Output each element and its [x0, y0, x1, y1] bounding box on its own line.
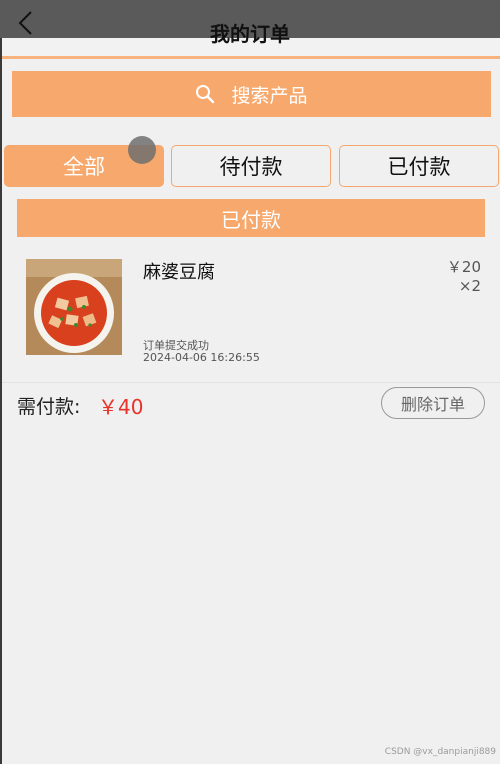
search-icon	[196, 85, 215, 104]
amount-due-label: 需付款:	[17, 396, 81, 418]
product-name: 麻婆豆腐	[143, 262, 215, 283]
tab-paid[interactable]: 已付款	[339, 145, 499, 187]
order-status-header: 已付款	[17, 199, 485, 237]
search-placeholder: 搜索产品	[231, 84, 308, 107]
product-image	[26, 259, 122, 355]
amount-due-value: ￥40	[98, 395, 144, 419]
search-bar[interactable]: 搜索产品	[12, 71, 491, 117]
quantity: ×2	[458, 277, 481, 295]
header-divider	[2, 56, 500, 59]
order-timestamp: 2024-04-06 16:26:55	[143, 351, 260, 364]
delete-order-button[interactable]: 删除订单	[381, 387, 485, 419]
touch-indicator	[128, 136, 156, 164]
page-title: 我的订单	[210, 22, 290, 46]
tab-pending-payment[interactable]: 待付款	[171, 145, 331, 187]
unit-price: ￥20	[446, 258, 481, 276]
watermark: CSDN @vx_danpianji889	[384, 747, 496, 757]
